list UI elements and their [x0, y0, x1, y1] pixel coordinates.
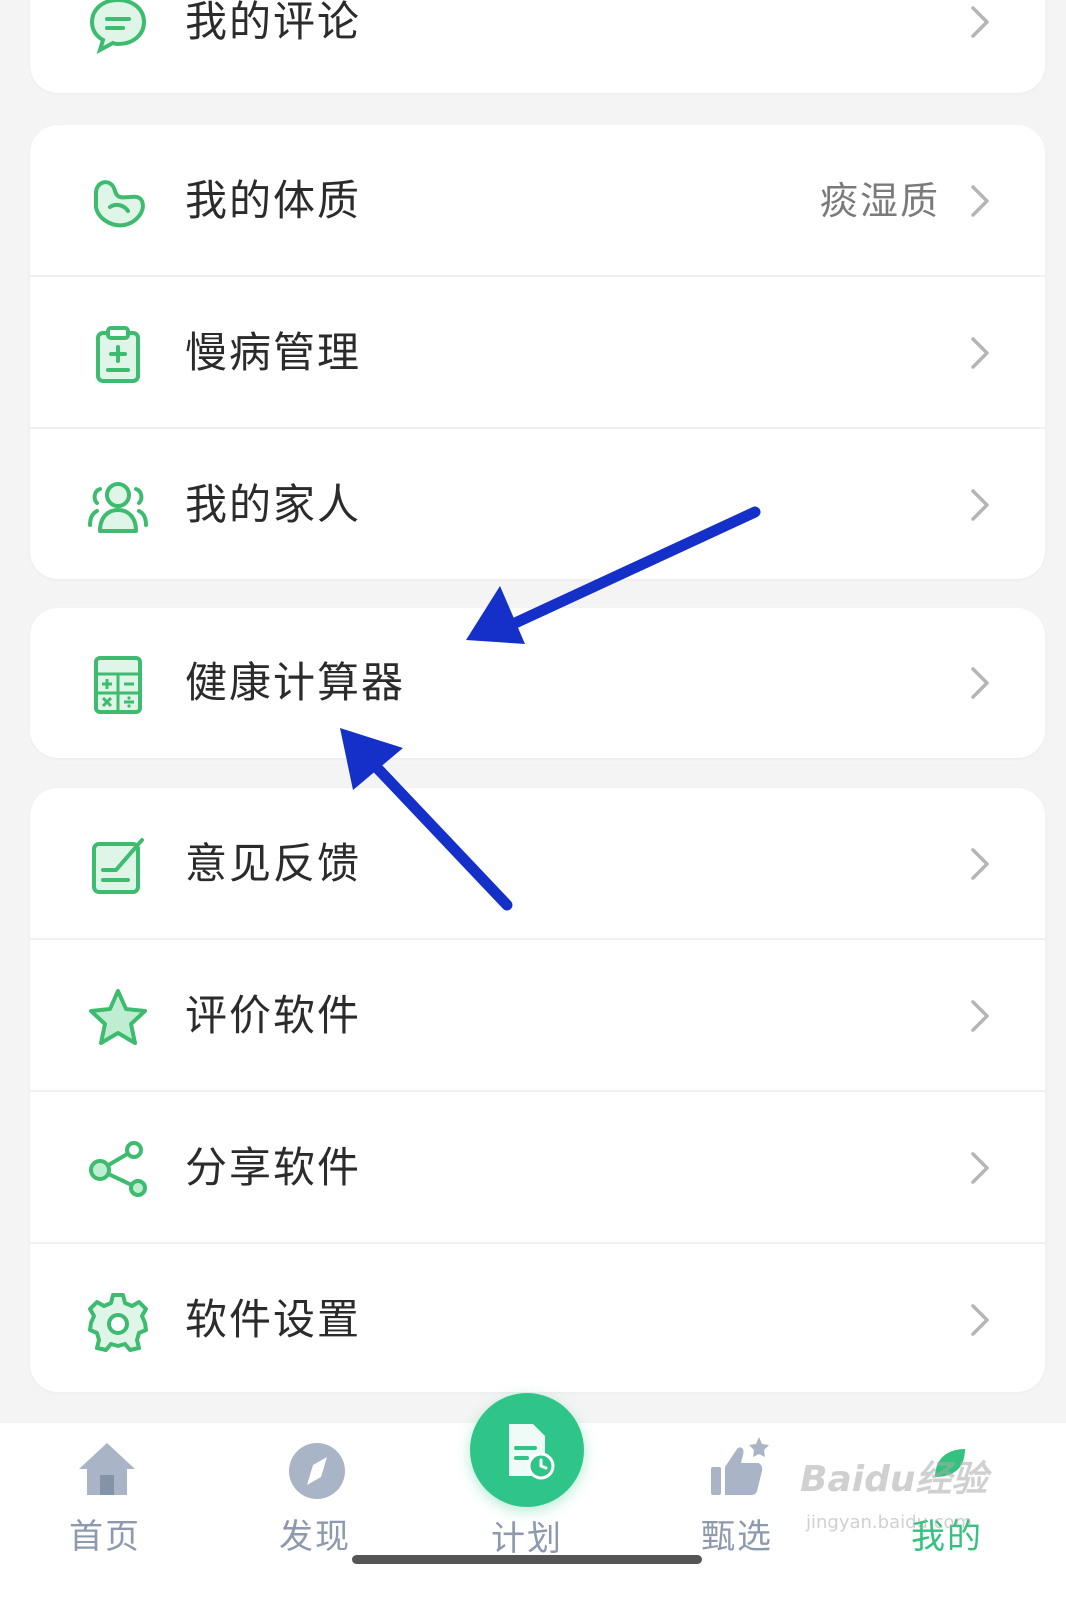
nav-tab-label: 甄选 [701, 1517, 773, 1557]
comment-icon [86, 0, 150, 56]
chevron-right-icon [971, 1000, 989, 1032]
menu-item-label: 软件设置 [185, 1295, 362, 1344]
chevron-right-icon [971, 667, 989, 699]
family-icon [86, 475, 150, 539]
menu-item-health-calculator[interactable]: 健康计算器 [30, 608, 1045, 758]
menu-item-label: 分享软件 [185, 1143, 362, 1192]
clipboard-plus-icon [86, 323, 150, 387]
menu-item-label: 我的体质 [185, 176, 362, 225]
nav-tab-selection[interactable]: 甄选 [662, 1423, 812, 1600]
menu-item-my-comments[interactable]: 我的评论 [30, 0, 1045, 93]
menu-item-label: 我的评论 [185, 0, 362, 46]
chevron-right-icon [971, 1152, 989, 1184]
calculator-icon [86, 652, 150, 716]
baidu-watermark: Baidu经验 jingyan.baidu.com [800, 1450, 1000, 1550]
plan-document-icon [509, 1424, 555, 1480]
menu-item-label: 意见反馈 [185, 839, 362, 888]
menu-item-label: 评价软件 [185, 991, 362, 1040]
compass-icon [289, 1443, 345, 1499]
gear-icon [86, 1290, 150, 1354]
chevron-right-icon [971, 1304, 989, 1336]
nav-tab-home[interactable]: 首页 [30, 1423, 180, 1600]
home-icon [79, 1443, 135, 1495]
menu-item-chronic-disease[interactable]: 慢病管理 [30, 277, 1045, 429]
menu-item-my-family[interactable]: 我的家人 [30, 429, 1045, 579]
menu-item-rate-app[interactable]: 评价软件 [30, 940, 1045, 1092]
chevron-right-icon [971, 185, 989, 217]
watermark-brand: Baidu经验 [800, 1459, 988, 1500]
chevron-right-icon [971, 6, 989, 38]
menu-item-feedback[interactable]: 意见反馈 [30, 788, 1045, 940]
chevron-right-icon [971, 848, 989, 880]
menu-card-comments: 我的评论 [30, 0, 1045, 93]
thumbs-up-star-icon [711, 1437, 769, 1495]
menu-item-label: 我的家人 [185, 480, 362, 529]
menu-item-app-settings[interactable]: 软件设置 [30, 1244, 1045, 1392]
star-icon [86, 986, 150, 1050]
home-indicator [352, 1555, 702, 1564]
nav-tab-label: 首页 [69, 1517, 141, 1557]
menu-card-calculator: 健康计算器 [30, 608, 1045, 758]
constitution-value: 痰湿质 [819, 179, 940, 223]
menu-item-share-app[interactable]: 分享软件 [30, 1092, 1045, 1244]
menu-card-health: 我的体质 痰湿质 慢病管理 我的家人 [30, 125, 1045, 579]
menu-item-label: 健康计算器 [185, 658, 406, 707]
nav-tab-label: 计划 [491, 1519, 563, 1559]
plan-fab-button[interactable] [470, 1393, 584, 1507]
share-icon [86, 1138, 150, 1202]
menu-item-label: 慢病管理 [185, 328, 362, 377]
feedback-edit-icon [86, 834, 150, 898]
chevron-right-icon [971, 337, 989, 369]
menu-item-my-constitution[interactable]: 我的体质 痰湿质 [30, 125, 1045, 277]
watermark-url: jingyan.baidu.com [806, 1512, 973, 1533]
chevron-right-icon [971, 489, 989, 521]
nav-tab-discover[interactable]: 发现 [240, 1423, 390, 1600]
body-constitution-icon [86, 171, 150, 235]
nav-tab-label: 发现 [279, 1517, 351, 1557]
menu-card-app: 意见反馈 评价软件 分享软件 软件设置 [30, 788, 1045, 1392]
